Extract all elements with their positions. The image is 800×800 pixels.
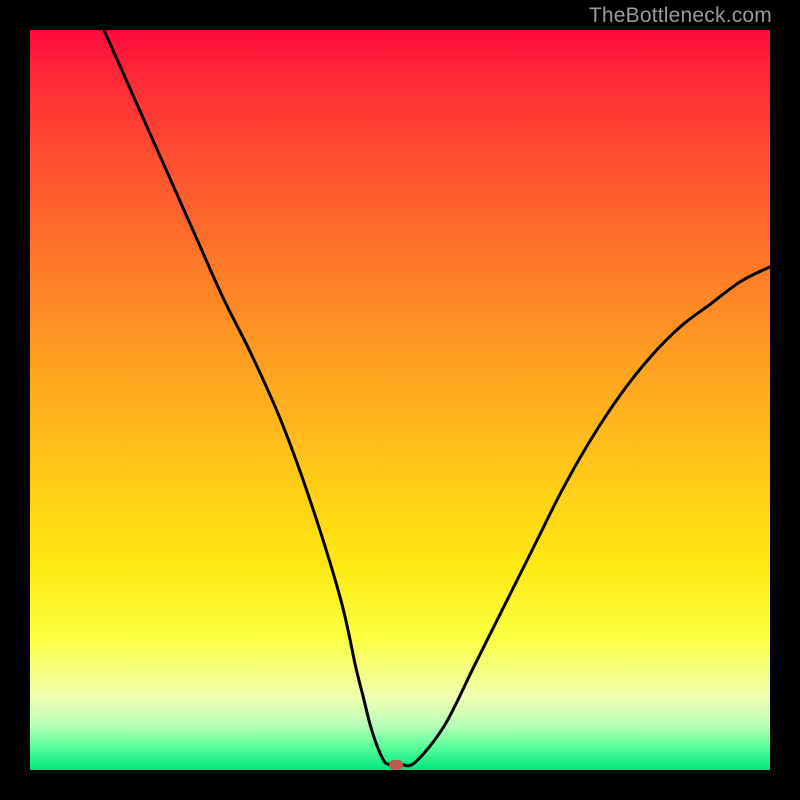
optimal-point-marker bbox=[389, 760, 403, 770]
bottleneck-curve bbox=[104, 30, 770, 766]
curve-svg bbox=[30, 30, 770, 770]
chart-container: TheBottleneck.com bbox=[0, 0, 800, 800]
watermark-text: TheBottleneck.com bbox=[589, 4, 772, 28]
plot-area bbox=[30, 30, 770, 770]
